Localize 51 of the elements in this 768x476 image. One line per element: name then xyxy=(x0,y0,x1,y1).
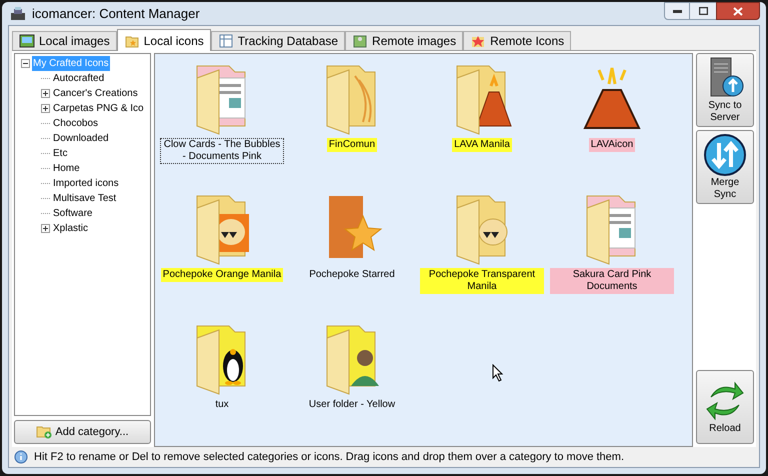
icon-label[interactable]: Sakura Card Pink Documents xyxy=(550,268,674,294)
tree-item[interactable]: Etc xyxy=(53,146,68,161)
status-text: Hit F2 to rename or Del to remove selected categories or icons. Drag icons and drop them over a category to move them. xyxy=(34,450,624,465)
tab[interactable]: Local images xyxy=(12,31,117,50)
sync-arrows-icon xyxy=(703,133,747,177)
side-button[interactable]: Reload xyxy=(696,370,754,444)
minimize-button[interactable] xyxy=(664,2,690,20)
icon-label[interactable]: LAVA Manila xyxy=(452,138,512,152)
tree-item[interactable]: Downloaded xyxy=(53,131,109,146)
tab[interactable]: Remote Icons xyxy=(463,31,572,50)
folder-add-icon xyxy=(36,425,52,439)
tab[interactable]: Tracking Database xyxy=(210,31,346,50)
tree-item[interactable]: Imported icons xyxy=(53,176,119,191)
picture-icon xyxy=(352,33,368,49)
icon-label[interactable]: User folder - Yellow xyxy=(306,398,398,412)
picture-icon xyxy=(19,33,35,49)
icon-label[interactable]: Pochepoke Orange Manila xyxy=(160,268,284,282)
refresh-icon xyxy=(705,379,745,423)
icon-label[interactable]: Pochepoke Starred xyxy=(307,268,397,282)
tab[interactable]: Remote images xyxy=(345,31,464,50)
tree-item[interactable]: Multisave Test xyxy=(53,191,116,206)
maximize-button[interactable] xyxy=(690,2,716,20)
close-icon xyxy=(733,6,743,16)
minimize-icon xyxy=(672,10,682,12)
side-button[interactable]: Sync to Server xyxy=(696,53,754,127)
tree-item[interactable]: Carpetas PNG & Ico xyxy=(53,101,144,116)
window-title: icomancer: Content Manager xyxy=(32,4,200,23)
expand-icon[interactable] xyxy=(41,89,50,98)
maximize-icon xyxy=(698,7,708,15)
icon-label[interactable]: Pochepoke Transparent Manila xyxy=(420,268,544,294)
collapse-icon[interactable] xyxy=(21,59,30,68)
side-button[interactable]: Merge Sync xyxy=(696,130,754,204)
table-icon xyxy=(218,33,234,49)
icon-label[interactable]: FinComun xyxy=(326,138,378,152)
icon-label[interactable]: Clow Cards - The Bubbles - Documents Pink xyxy=(160,138,284,164)
tree-item[interactable]: Cancer's Creations xyxy=(53,86,138,101)
expand-icon[interactable] xyxy=(41,104,50,113)
tree-item[interactable]: Chocobos xyxy=(53,116,98,131)
mouse-pointer-icon xyxy=(492,364,504,382)
expand-icon[interactable] xyxy=(41,224,50,233)
tab[interactable]: Local icons xyxy=(116,29,211,51)
tree-item[interactable]: Home xyxy=(53,161,80,176)
tree-item[interactable]: Xplastic xyxy=(53,221,88,236)
tree-item[interactable]: Software xyxy=(53,206,92,221)
add-category-button[interactable]: Add category... xyxy=(14,420,151,444)
tree-item[interactable]: Autocrafted xyxy=(53,71,104,86)
icon-label[interactable]: LAVAicon xyxy=(588,138,636,152)
info-icon xyxy=(14,450,28,464)
app-icon xyxy=(10,6,26,22)
close-button[interactable] xyxy=(716,2,760,20)
icon-label[interactable]: tux xyxy=(213,398,231,412)
